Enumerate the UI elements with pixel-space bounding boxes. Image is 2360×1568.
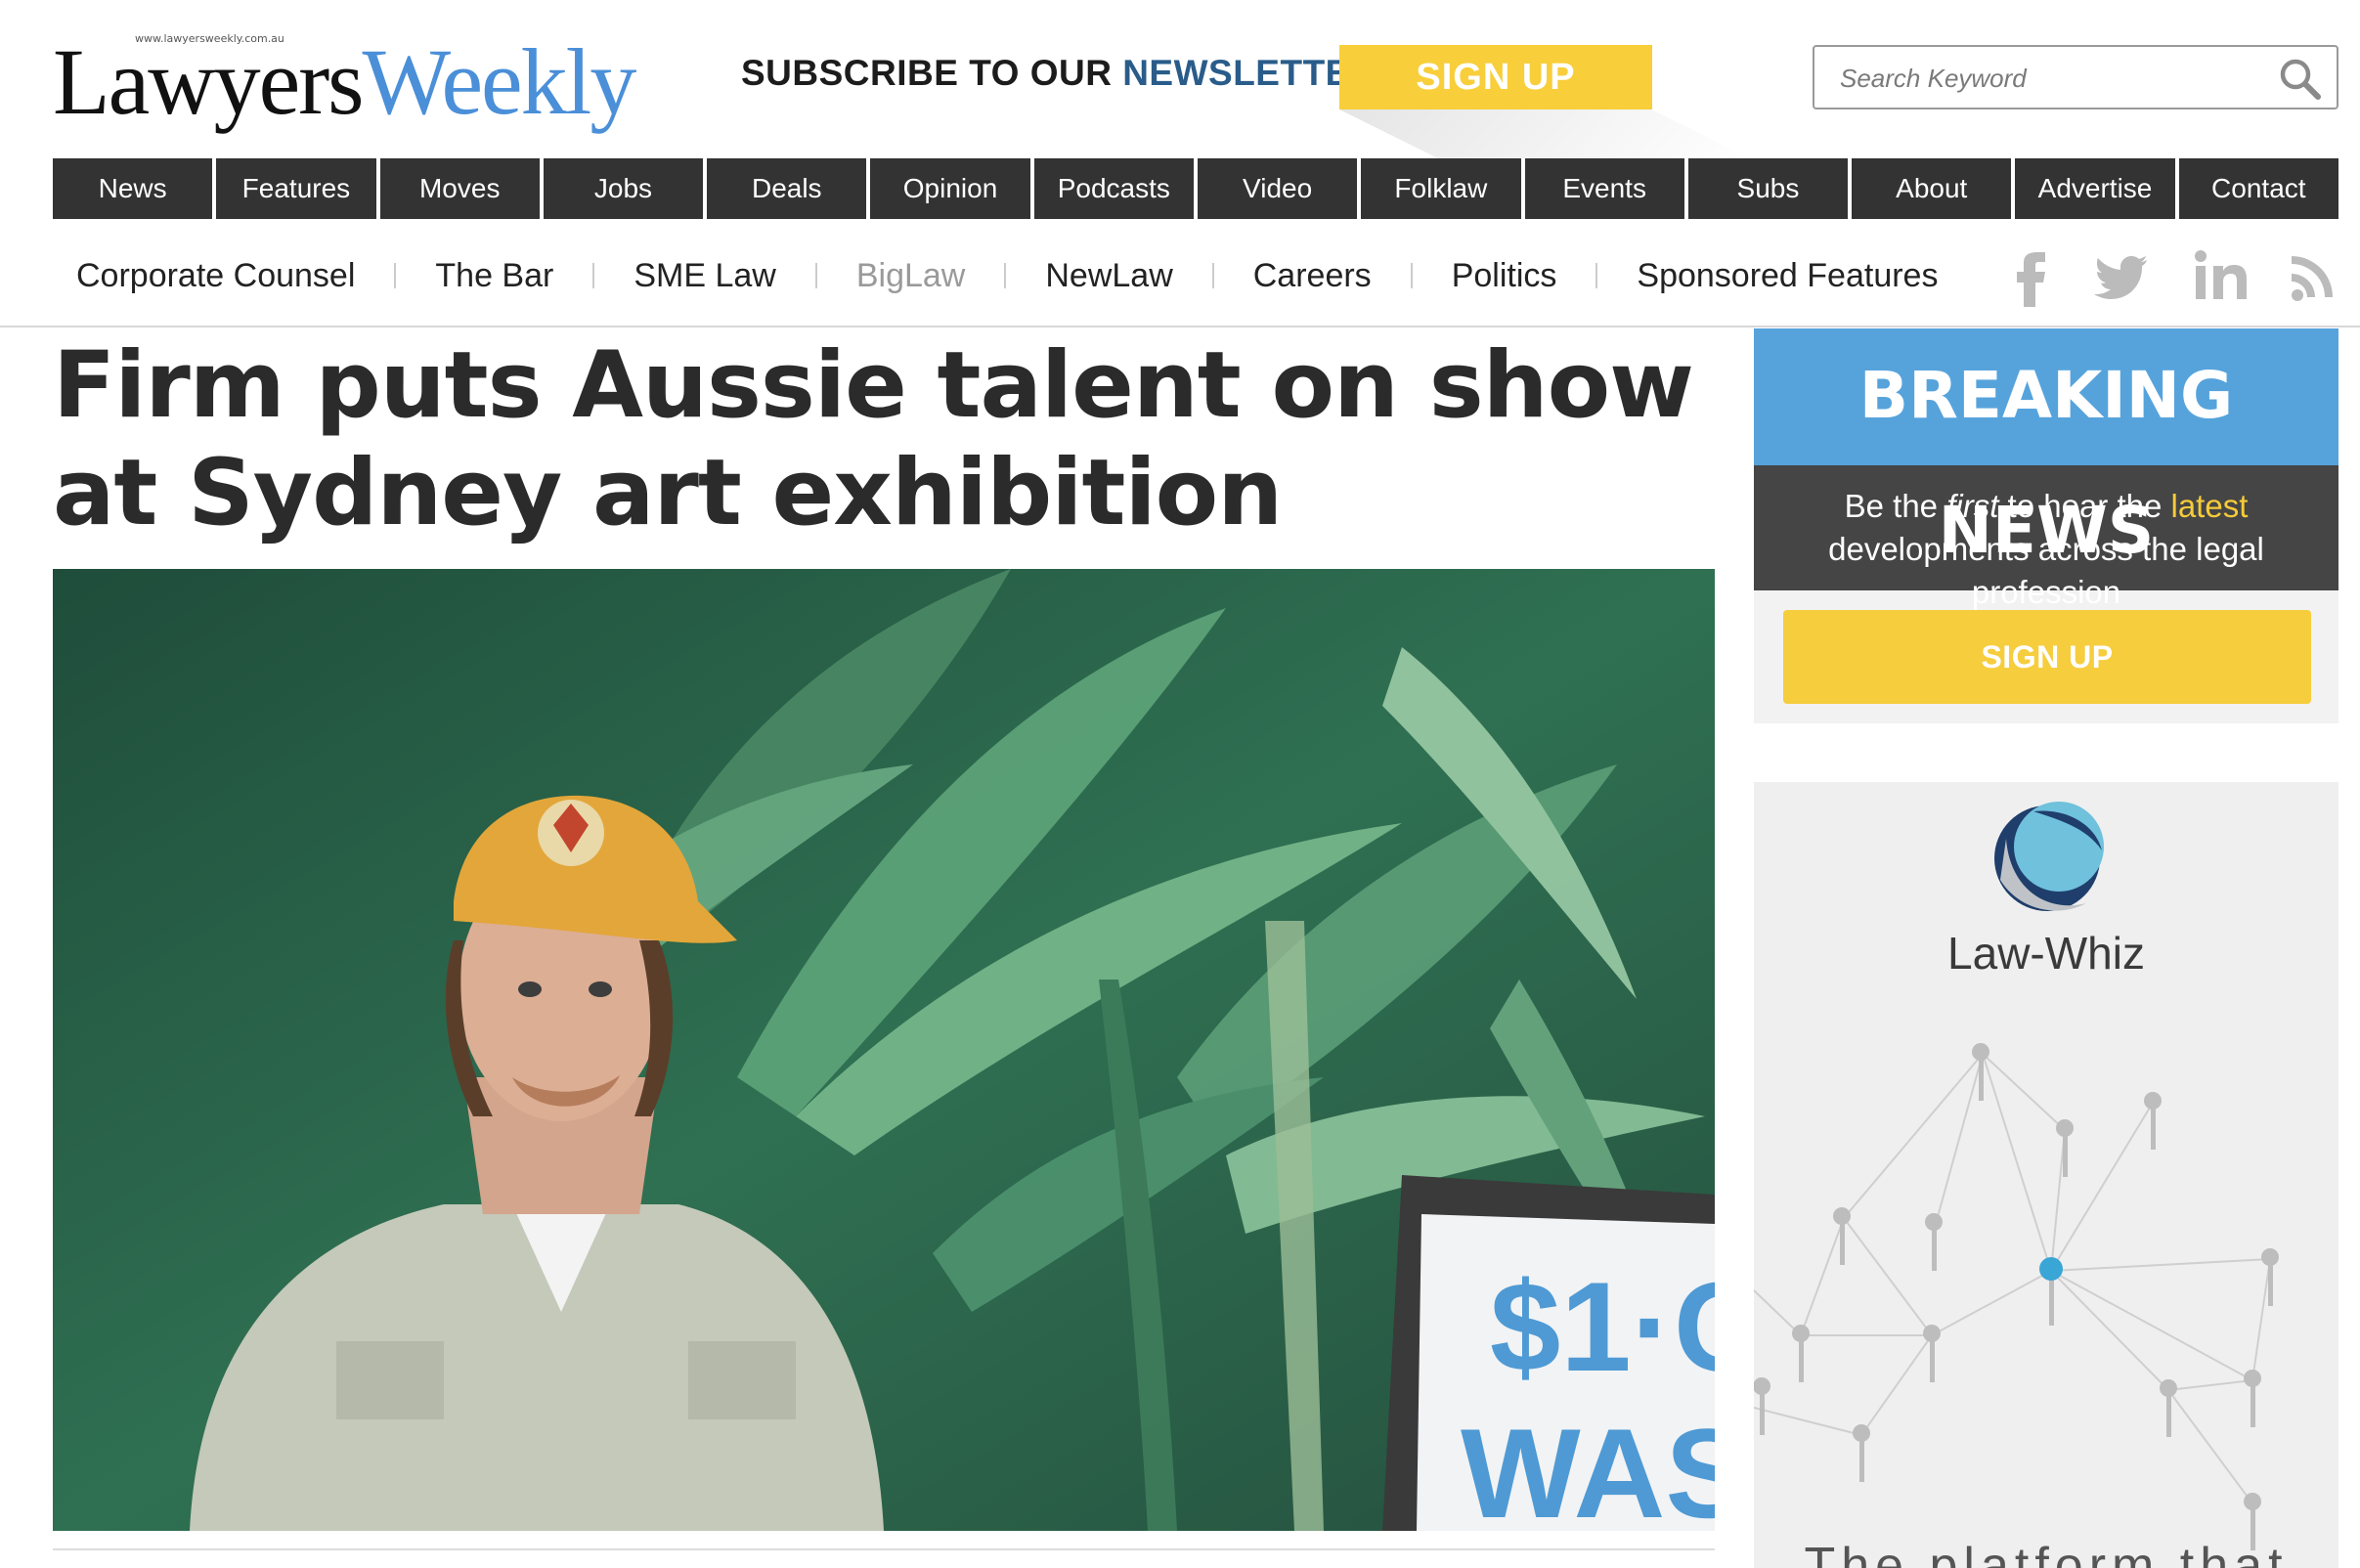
- subnav-divider: [1211, 263, 1214, 288]
- breaking-text-first: first: [1946, 488, 1999, 524]
- subnav-item-newlaw[interactable]: NewLaw: [1045, 257, 1172, 295]
- subnav-item-biglaw[interactable]: BigLaw: [856, 257, 966, 295]
- article-divider: [53, 1548, 1715, 1550]
- breaking-text-3: developments across the legal profession: [1828, 531, 2264, 610]
- subnav-divider: [394, 263, 397, 288]
- painted-sign-text-2: WAS: [1461, 1402, 1715, 1531]
- secondary-nav: Corporate Counsel The Bar SME Law BigLaw…: [53, 246, 1938, 305]
- nav-item-subs[interactable]: Subs: [1687, 158, 1849, 219]
- nav-item-video[interactable]: Video: [1197, 158, 1358, 219]
- search-input[interactable]: [1840, 57, 2251, 100]
- nav-item-deals[interactable]: Deals: [707, 158, 867, 219]
- nav-item-features[interactable]: Features: [216, 158, 376, 219]
- subnav-item-corporate-counsel[interactable]: Corporate Counsel: [76, 257, 355, 295]
- breaking-news-text: Be the first to hear the latest developm…: [1754, 465, 2338, 610]
- subnav-divider: [1595, 263, 1598, 288]
- header-divider: [0, 326, 2360, 327]
- painted-sign-text-1: $1·C: [1490, 1255, 1715, 1398]
- advertisement-law-whiz[interactable]: Law-Whiz The platform that: [1754, 782, 2338, 1568]
- subnav-divider: [1004, 263, 1007, 288]
- subnav-item-careers[interactable]: Careers: [1253, 257, 1372, 295]
- logo-weekly: Weekly: [362, 29, 637, 134]
- breaking-news-widget: BREAKING NEWS Be the first to hear the l…: [1754, 328, 2338, 723]
- site-logo[interactable]: www.lawyersweekly.com.au LawyersWeekly: [53, 27, 636, 131]
- breaking-text-latest: latest: [2170, 488, 2249, 524]
- nav-item-news[interactable]: News: [53, 158, 213, 219]
- nav-item-opinion[interactable]: Opinion: [870, 158, 1030, 219]
- nav-item-podcasts[interactable]: Podcasts: [1033, 158, 1194, 219]
- newsletter-prompt: SUBSCRIBE TO OUR NEWSLETTER: [741, 53, 1377, 94]
- subnav-item-sponsored-features[interactable]: Sponsored Features: [1637, 257, 1938, 295]
- breaking-text-1: Be the: [1844, 488, 1947, 524]
- subnav-item-sme-law[interactable]: SME Law: [634, 257, 776, 295]
- ad-brand-name: Law-Whiz: [1947, 928, 2145, 979]
- breaking-news-title: BREAKING NEWS: [1754, 328, 2338, 568]
- article-hero-image: $1·C WAS: [53, 569, 1715, 1531]
- newsletter-signup-button[interactable]: SIGN UP: [1339, 45, 1652, 109]
- ad-tagline: The platform that: [1804, 1538, 2289, 1568]
- linkedin-icon[interactable]: [2194, 244, 2249, 307]
- logo-wordmark: LawyersWeekly: [53, 33, 636, 131]
- search-icon[interactable]: [2278, 57, 2323, 102]
- rss-icon[interactable]: [2290, 244, 2338, 307]
- signup-shadow: [1339, 109, 1750, 158]
- nav-item-moves[interactable]: Moves: [379, 158, 540, 219]
- breaking-text-2: to hear the: [1998, 488, 2171, 524]
- subnav-divider: [814, 263, 817, 288]
- subnav-divider: [592, 263, 595, 288]
- site-header: www.lawyersweekly.com.au LawyersWeekly S…: [0, 0, 2360, 158]
- search-box: [1813, 45, 2338, 109]
- logo-lawyers: Lawyers: [53, 29, 365, 134]
- subnav-divider: [1410, 263, 1413, 288]
- facebook-icon[interactable]: [2012, 244, 2051, 307]
- newsletter-prefix: SUBSCRIBE TO OUR: [741, 53, 1123, 93]
- nav-item-folklaw[interactable]: Folklaw: [1361, 158, 1521, 219]
- article-headline: Firm puts Aussie talent on show at Sydne…: [53, 332, 1694, 546]
- primary-nav: News Features Moves Jobs Deals Opinion P…: [53, 158, 2338, 219]
- nav-item-about[interactable]: About: [1852, 158, 2012, 219]
- subnav-item-the-bar[interactable]: The Bar: [435, 257, 553, 295]
- nav-item-jobs[interactable]: Jobs: [543, 158, 704, 219]
- subnav-item-politics[interactable]: Politics: [1452, 257, 1557, 295]
- breaking-news-signup-button[interactable]: SIGN UP: [1783, 610, 2311, 704]
- twitter-icon[interactable]: [2094, 244, 2149, 307]
- nav-item-events[interactable]: Events: [1524, 158, 1684, 219]
- nav-item-contact[interactable]: Contact: [2178, 158, 2338, 219]
- nav-item-advertise[interactable]: Advertise: [2015, 158, 2175, 219]
